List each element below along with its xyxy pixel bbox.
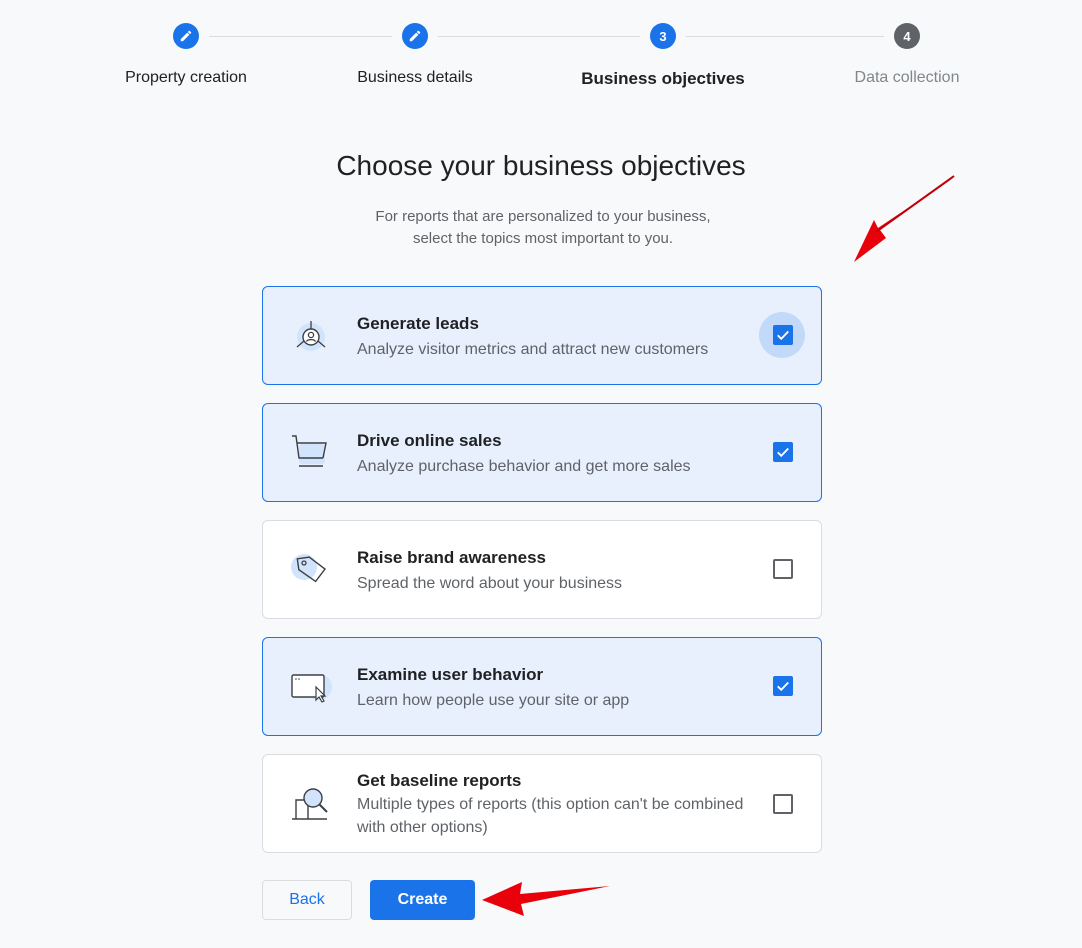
drive-online-sales-checkbox[interactable] xyxy=(773,442,793,462)
objective-description: Analyze visitor metrics and attract new … xyxy=(357,341,709,358)
browser-cursor-icon xyxy=(291,674,332,703)
step-connector xyxy=(438,36,640,37)
annotation-arrow-icon xyxy=(482,882,610,916)
step-1-pencil-icon[interactable] xyxy=(173,23,199,49)
objective-description: Multiple types of reports (this option c… xyxy=(357,796,744,836)
step-4-label: Data collection xyxy=(854,69,960,86)
step-connector xyxy=(686,36,884,37)
stepper: 3 4 Property creation Business details B… xyxy=(0,0,1082,100)
step-1-label[interactable]: Property creation xyxy=(76,69,296,87)
magnifier-report-icon xyxy=(292,788,328,820)
objective-title: Raise brand awareness xyxy=(357,548,546,567)
annotation-arrow-icon xyxy=(854,175,956,262)
step-2-pencil-icon[interactable] xyxy=(402,23,428,49)
create-button[interactable]: Create xyxy=(370,880,475,920)
generate-leads-checkbox[interactable] xyxy=(773,325,793,345)
back-button[interactable]: Back xyxy=(262,880,352,920)
objective-title: Generate leads xyxy=(357,314,479,333)
objective-title: Examine user behavior xyxy=(357,665,544,684)
step-4-number: 4 xyxy=(894,23,920,49)
raise-brand-awareness-checkbox[interactable] xyxy=(773,559,793,579)
objective-description: Learn how people use your site or app xyxy=(357,692,630,709)
objective-card-raise-brand-awareness[interactable]: Raise brand awareness Spread the word ab… xyxy=(262,520,822,619)
objective-description: Analyze purchase behavior and get more s… xyxy=(357,458,691,475)
objective-card-get-baseline-reports[interactable]: Get baseline reports Multiple types of r… xyxy=(262,754,822,853)
objective-description: Spread the word about your business xyxy=(357,575,623,592)
objective-title: Get baseline reports xyxy=(357,771,522,790)
get-baseline-reports-checkbox[interactable] xyxy=(773,794,793,814)
step-connector xyxy=(209,36,392,37)
objective-card-drive-online-sales[interactable]: Drive online sales Analyze purchase beha… xyxy=(262,403,822,502)
leads-icon xyxy=(296,321,326,351)
step-3-label: Business objectives xyxy=(581,69,745,88)
step-3-number: 3 xyxy=(650,23,676,49)
step-2-label[interactable]: Business details xyxy=(305,69,525,87)
examine-user-behavior-checkbox[interactable] xyxy=(773,676,793,696)
objective-title: Drive online sales xyxy=(357,431,502,450)
cart-icon xyxy=(292,435,327,467)
objective-card-examine-user-behavior[interactable]: Examine user behavior Learn how people u… xyxy=(262,637,822,736)
tag-icon xyxy=(291,554,326,583)
objective-card-generate-leads[interactable]: Generate leads Analyze visitor metrics a… xyxy=(262,286,822,385)
